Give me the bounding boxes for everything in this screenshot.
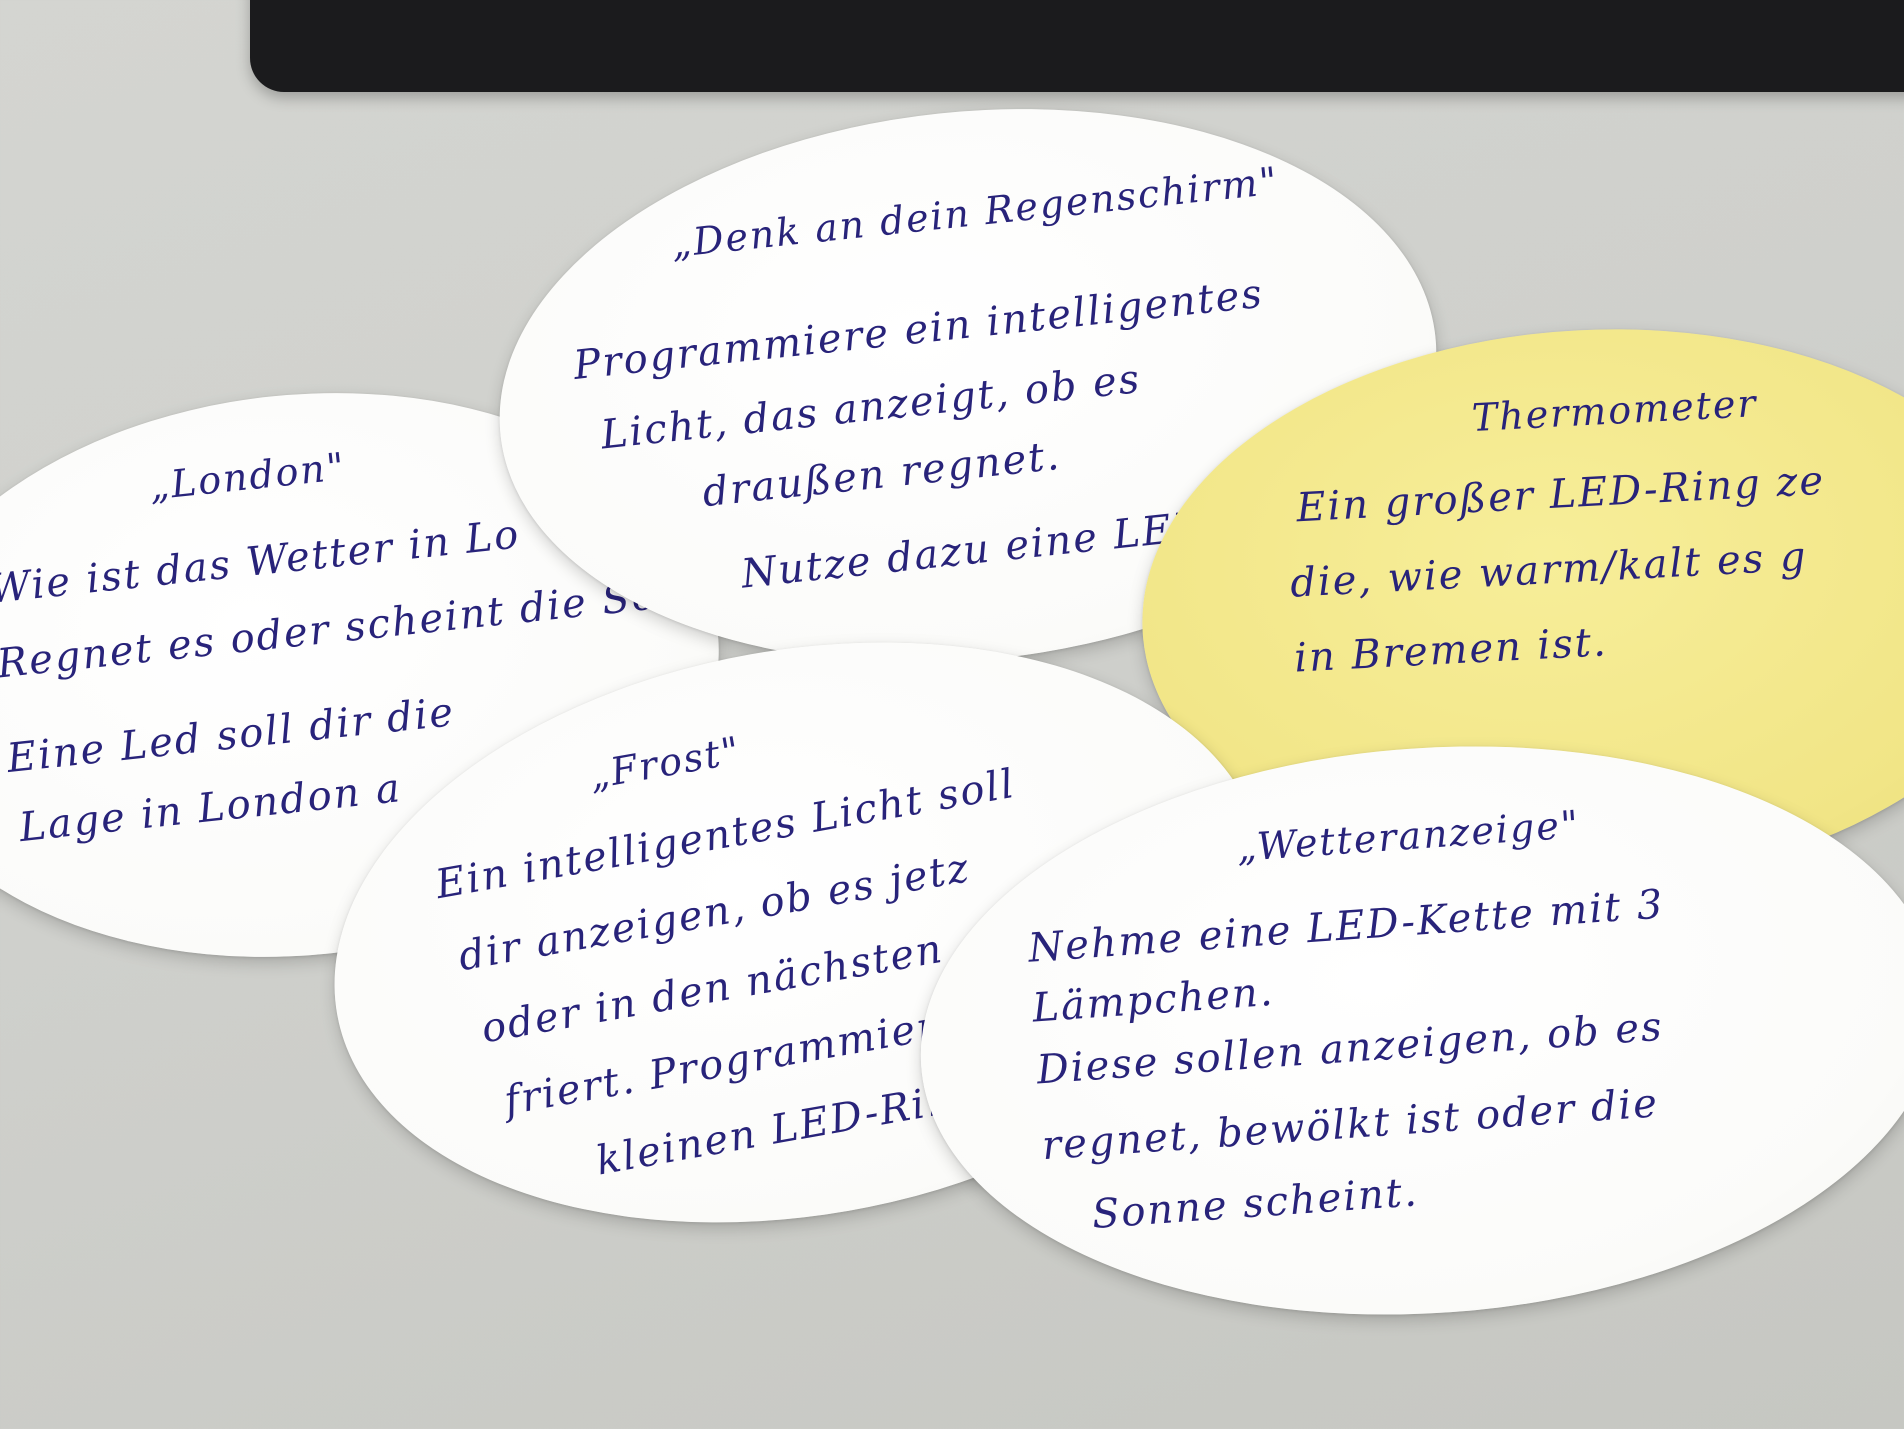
card-title: „London" [147, 444, 349, 509]
card-line: Nehme eine LED-Kette mit 3 [1026, 881, 1666, 972]
card-line: draußen regnet. [700, 432, 1064, 517]
card-title: „Wetteranzeige" [1235, 802, 1582, 870]
card-line: die, wie warm/kalt es g [1289, 533, 1809, 607]
card-line: regnet, bewölkt ist oder die [1040, 1080, 1661, 1170]
card-line: Lage in London a [17, 765, 404, 852]
card-line: in Bremen ist. [1293, 619, 1609, 682]
card-line: Programmiere ein intelligentes [571, 270, 1266, 389]
card-title: „Frost" [585, 727, 745, 798]
monitor-base [250, 0, 1904, 92]
card-title: „Denk an dein Regenschirm" [669, 158, 1281, 267]
card-line: Ein großer LED-Ring ze [1295, 457, 1827, 532]
card-title: Thermometer [1470, 381, 1759, 440]
card-line: Sonne scheint. [1090, 1169, 1420, 1238]
card-line: Lämpchen. [1030, 968, 1276, 1032]
